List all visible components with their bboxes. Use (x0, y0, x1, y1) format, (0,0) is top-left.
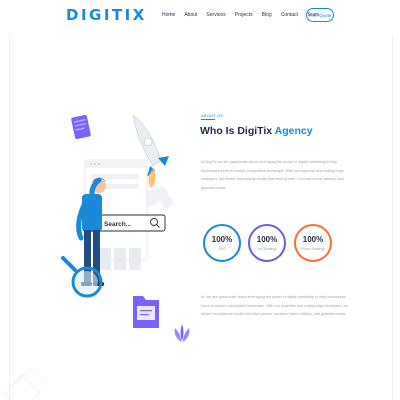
stat-label: SEO (218, 247, 226, 251)
title-accent: Agency (274, 125, 313, 137)
nav-blog[interactable]: Blog (262, 12, 272, 18)
stat-value: 100% (211, 235, 233, 244)
stat-circle-seo: 100% SEO (203, 224, 241, 262)
top-navbar: DIGITIX Home About Services Projects Blo… (0, 0, 400, 30)
stat-label: Photo Strategy (301, 247, 325, 251)
search-bar: Search... (96, 214, 166, 232)
stat-label: Ad Strategy (257, 247, 277, 251)
section-eyebrow: ABOUT US (201, 113, 223, 118)
stat-value: 100% (302, 235, 324, 244)
page-edge-right (392, 35, 393, 400)
decorative-shapes (3, 368, 47, 400)
search-text: Search... (104, 221, 131, 228)
stat-circle-photo-strategy: 100% Photo Strategy (294, 224, 332, 262)
nav-projects[interactable]: Projects (235, 12, 253, 18)
nav-about[interactable]: About (184, 12, 197, 18)
nav-services[interactable]: Services (206, 12, 225, 18)
folder-icon (133, 296, 159, 328)
stat-value: 100% (256, 235, 278, 244)
brand-logo[interactable]: DIGITIX (66, 6, 147, 24)
stat-circle-ad-strategy: 100% Ad Strategy (248, 224, 286, 262)
document-icon (71, 114, 91, 140)
nav-contact[interactable]: Contact (281, 12, 298, 18)
title-main: Who Is DigiTix (200, 125, 275, 137)
main-menu: Home About Services Projects Blog Contac… (162, 12, 328, 18)
plant-icon (174, 324, 190, 342)
eyebrow-underline (201, 119, 215, 120)
nav-home[interactable]: Home (162, 12, 175, 18)
about-paragraph-1: At DigiTix we are passionate about lever… (201, 160, 344, 190)
free-quote-button[interactable]: Free Quote (306, 8, 334, 22)
about-paragraph-2: At, we are passionate about leveraging t… (201, 295, 349, 316)
about-illustration: Search... (61, 114, 190, 342)
section-title: Who Is DigiTix Agency (200, 125, 313, 137)
